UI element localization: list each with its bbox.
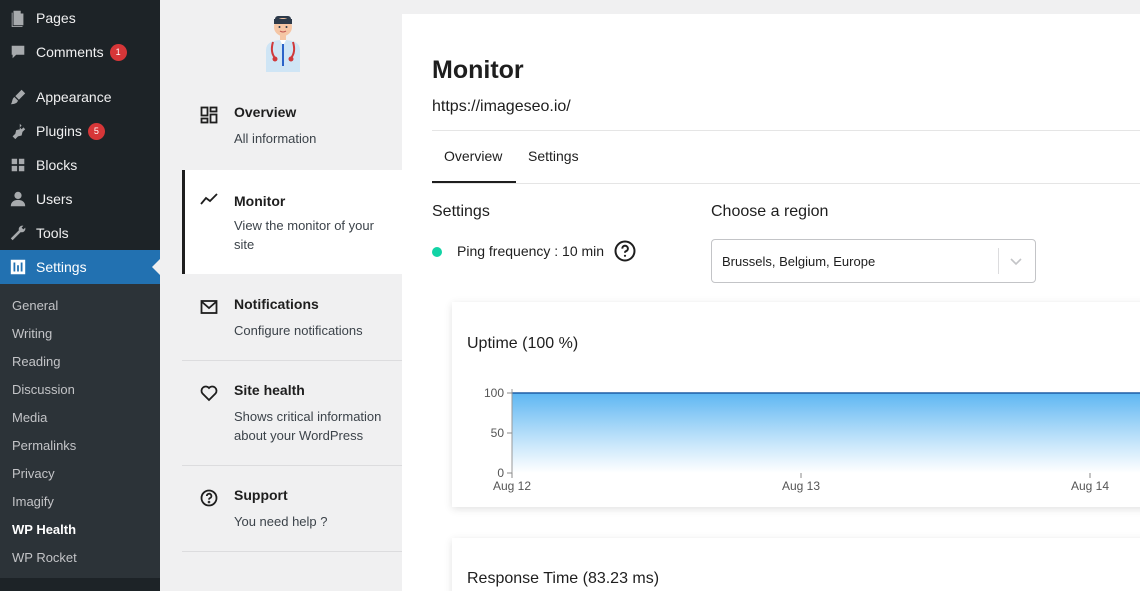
submenu-general[interactable]: General bbox=[12, 298, 58, 313]
chevron-down-icon[interactable] bbox=[1008, 253, 1024, 269]
submenu-wp-rocket[interactable]: WP Rocket bbox=[12, 550, 77, 565]
submenu-permalinks[interactable]: Permalinks bbox=[12, 438, 76, 453]
menu-label: Comments bbox=[36, 44, 104, 60]
nav-title: Overview bbox=[234, 104, 297, 120]
submenu-discussion[interactable]: Discussion bbox=[12, 382, 75, 397]
nav-title: Monitor bbox=[234, 193, 286, 209]
nav-title: Support bbox=[234, 487, 288, 503]
user-icon bbox=[0, 190, 36, 208]
region-select[interactable]: Brussels, Belgium, Europe bbox=[711, 239, 1036, 283]
menu-item-settings[interactable]: Settings bbox=[0, 250, 160, 284]
nav-divider bbox=[182, 551, 402, 552]
y-tick-label: 0 bbox=[497, 466, 504, 480]
tabs-border-bottom bbox=[432, 183, 1140, 184]
status-dot bbox=[432, 247, 442, 257]
menu-item-comments[interactable]: Comments 1 bbox=[0, 35, 160, 69]
uptime-chart: 0 50 100 Aug 12 Aug 13 Aug 14 bbox=[484, 386, 1140, 493]
nav-title: Site health bbox=[234, 382, 305, 398]
menu-label: Blocks bbox=[36, 157, 78, 173]
menu-item-appearance[interactable]: Appearance bbox=[0, 80, 160, 114]
menu-item-partial[interactable] bbox=[0, 578, 160, 591]
nav-divider bbox=[182, 465, 402, 466]
plugins-badge: 5 bbox=[87, 122, 105, 140]
submenu-privacy[interactable]: Privacy bbox=[12, 466, 55, 481]
uptime-area bbox=[512, 393, 1140, 473]
menu-item-pages[interactable]: Pages bbox=[0, 1, 160, 35]
x-tick-label: Aug 14 bbox=[1071, 479, 1109, 493]
x-tick-label: Aug 13 bbox=[782, 479, 820, 493]
pages-icon bbox=[0, 9, 36, 27]
y-tick-label: 50 bbox=[491, 426, 505, 440]
comments-badge: 1 bbox=[109, 43, 127, 61]
help-circle-icon bbox=[200, 489, 218, 507]
submenu-imagify[interactable]: Imagify bbox=[12, 494, 54, 509]
menu-label: Settings bbox=[36, 259, 87, 275]
doctor-avatar-icon bbox=[266, 16, 300, 72]
ping-frequency-text: Ping frequency : 10 min bbox=[457, 243, 605, 259]
nav-desc: You need help ? bbox=[234, 514, 328, 529]
settings-submenu: General Writing Reading Discussion Media… bbox=[0, 284, 160, 578]
uptime-chart-card: Uptime (100 %) 0 50 100 Aug 12 Aug 13 Aug 14 bbox=[452, 302, 1140, 507]
nav-desc: Configure notifications bbox=[234, 323, 363, 338]
nav-item-notifications[interactable]: Notifications Configure notifications bbox=[182, 296, 402, 356]
menu-label: Tools bbox=[36, 225, 69, 241]
plugin-navigation: Overview All information Monitor View th… bbox=[160, 0, 402, 591]
plug-icon bbox=[0, 122, 36, 140]
nav-item-monitor[interactable]: Monitor View the monitor of your site bbox=[182, 170, 402, 274]
submenu-media[interactable]: Media bbox=[12, 410, 47, 425]
trending-line-icon bbox=[200, 190, 218, 208]
region-select-value: Brussels, Belgium, Europe bbox=[722, 254, 876, 269]
submenu-reading[interactable]: Reading bbox=[12, 354, 60, 369]
wp-admin-sidebar: Pages Comments 1 Appearance Plugins 5 Bl… bbox=[0, 0, 160, 591]
site-url: https://imageseo.io/ bbox=[432, 98, 571, 115]
x-tick-label: Aug 12 bbox=[493, 479, 531, 493]
nav-item-site-health[interactable]: Site health Shows critical information a… bbox=[182, 382, 402, 462]
menu-label: Users bbox=[36, 191, 73, 207]
nav-desc: Shows critical information about your Wo… bbox=[234, 409, 382, 443]
response-time-chart-card: Response Time (83.23 ms) bbox=[452, 538, 1140, 591]
question-circle-icon[interactable] bbox=[614, 240, 636, 262]
main-panel: Monitor https://imageseo.io/ Overview Se… bbox=[402, 14, 1140, 591]
settings-sliders-icon bbox=[0, 258, 36, 276]
paintbrush-icon bbox=[0, 88, 36, 106]
submenu-writing[interactable]: Writing bbox=[12, 326, 52, 341]
menu-item-plugins[interactable]: Plugins 5 bbox=[0, 114, 160, 148]
select-divider bbox=[998, 248, 999, 274]
submenu-wp-health[interactable]: WP Health bbox=[12, 522, 76, 537]
nav-item-overview[interactable]: Overview All information bbox=[182, 104, 402, 164]
menu-item-blocks[interactable]: Blocks bbox=[0, 148, 160, 182]
menu-label: Plugins bbox=[36, 123, 82, 139]
nav-desc: All information bbox=[234, 131, 317, 146]
y-tick-label: 100 bbox=[484, 386, 504, 400]
menu-item-tools[interactable]: Tools bbox=[0, 216, 160, 250]
nav-divider bbox=[182, 360, 402, 361]
tabs-border-top bbox=[432, 130, 1140, 131]
nav-title: Notifications bbox=[234, 296, 319, 312]
page-title: Monitor bbox=[432, 56, 524, 84]
dashboard-grid-icon bbox=[200, 106, 218, 124]
nav-desc: View the monitor of your site bbox=[234, 218, 374, 252]
region-heading: Choose a region bbox=[711, 203, 829, 220]
menu-item-users[interactable]: Users bbox=[0, 182, 160, 216]
chart-title: Response Time (83.23 ms) bbox=[467, 570, 660, 587]
blocks-icon bbox=[0, 156, 36, 174]
tab-settings[interactable]: Settings bbox=[528, 148, 579, 164]
comments-icon bbox=[0, 43, 36, 61]
settings-heading: Settings bbox=[432, 203, 490, 220]
menu-label: Pages bbox=[36, 10, 76, 26]
menu-label: Appearance bbox=[36, 89, 112, 105]
active-menu-arrow bbox=[152, 259, 160, 275]
nav-item-support[interactable]: Support You need help ? bbox=[182, 487, 402, 547]
wrench-icon bbox=[0, 224, 36, 242]
heart-icon bbox=[200, 384, 218, 402]
mail-icon bbox=[200, 298, 218, 316]
tab-overview[interactable]: Overview bbox=[444, 148, 502, 164]
